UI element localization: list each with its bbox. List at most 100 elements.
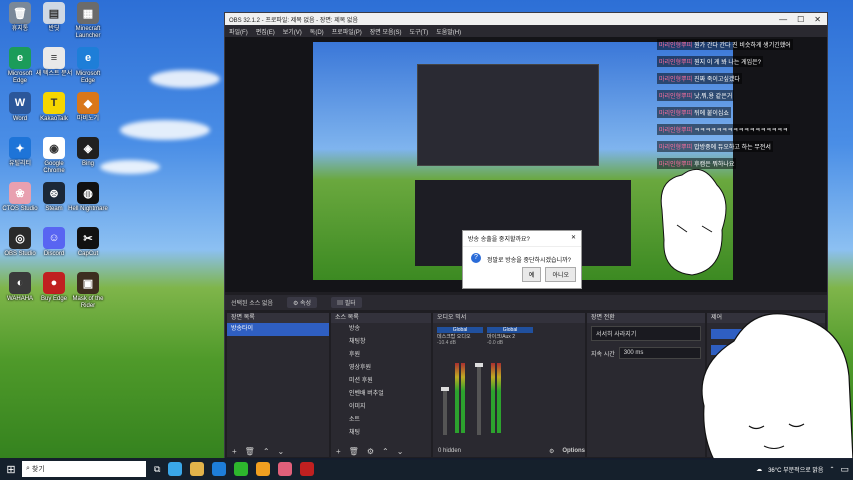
chat-nickname: 마리인형뿌띠 xyxy=(659,111,693,117)
app-icon: W xyxy=(9,92,31,114)
mixer-footer: 0 hidden ⚙ Options xyxy=(433,445,585,457)
desktop-icon[interactable]: ◈ Bing xyxy=(68,137,108,168)
source-item[interactable]: 후원 xyxy=(331,349,431,362)
source-item[interactable]: 미션 후원 xyxy=(331,375,431,388)
add-icon[interactable]: + xyxy=(232,447,237,456)
sources-dock: 소스 목록 방송 채팅창 후원 영상후원 미션 후원 인벤배 버추얼 이미지 소트 채팅 + 🗑… xyxy=(331,313,431,457)
filters-button[interactable]: ▤ 필터 xyxy=(331,297,362,308)
desktop-icon[interactable]: ▣ Mask of the Rider xyxy=(68,272,108,310)
chat-message: 마리인형뿌띠 진짜 죽이고싶겠다 xyxy=(657,73,742,84)
minimize-icon[interactable]: — xyxy=(779,15,787,24)
chat-nickname: 마리인형뿌띠 xyxy=(659,43,693,49)
taskbar-app-icon[interactable] xyxy=(168,462,183,476)
menu-profile[interactable]: 프로파일(P) xyxy=(332,27,362,36)
app-icon: ● xyxy=(43,272,65,294)
taskbar-app-icon[interactable] xyxy=(256,462,271,476)
chevron-up-icon[interactable]: ⌃ xyxy=(263,447,270,456)
window-titlebar: OBS 32.1.2 - 프로파일: 제목 없음 - 장면: 제목 없음 — ☐… xyxy=(225,13,827,25)
volume-meter xyxy=(461,363,465,433)
add-icon[interactable]: + xyxy=(336,447,341,456)
chat-text: 뭔지 이 게 봐 나는 게임은? xyxy=(694,60,761,66)
scene-transitions-dock: 장면 전환 서서히 사라지기 지속 시간 300 ms xyxy=(587,313,705,457)
menu-docks[interactable]: 독(D) xyxy=(310,27,324,36)
maximize-icon[interactable]: ☐ xyxy=(797,15,804,24)
search-placeholder: 찾기 xyxy=(31,466,45,473)
properties-button[interactable]: ⚙ 속성 xyxy=(286,297,318,308)
taskbar-app-icon[interactable] xyxy=(234,462,249,476)
scene-item[interactable]: 방송타이 xyxy=(227,323,329,336)
source-item[interactable]: 소트 xyxy=(331,414,431,427)
options-button[interactable]: Options xyxy=(562,448,585,454)
app-icon: ▣ xyxy=(77,272,99,294)
preview-canvas[interactable]: 마리인형뿌띠 뭔가 간다 간다 진 비슷하게 생기긴했어 마리인형뿌띠 뭔지 이 게 … xyxy=(225,37,827,292)
close-icon[interactable]: ✕ xyxy=(814,15,821,24)
source-item[interactable]: 채팅 xyxy=(331,427,431,440)
taskbar-app-icon[interactable] xyxy=(300,462,315,476)
source-item[interactable]: 방송 xyxy=(331,323,431,336)
selected-source-label: 선택된 소스 없음 xyxy=(231,301,273,307)
chevron-down-icon[interactable]: ⌄ xyxy=(278,447,285,456)
source-item[interactable]: 인벤배 버추얼 xyxy=(331,388,431,401)
app-icon: ✂ xyxy=(77,227,99,249)
settings-icon[interactable]: ⚙ xyxy=(549,448,554,455)
app-icon: ◆ xyxy=(77,92,99,114)
dialog-yes-button[interactable]: 예 xyxy=(521,267,542,282)
pinned-apps xyxy=(160,462,315,476)
desktop-icon[interactable]: ▦ Minecraft Launcher xyxy=(68,2,108,40)
mixer-header: 오디오 믹서 xyxy=(433,313,585,323)
channel-name: 마이크/Aux 2 xyxy=(487,334,515,340)
taskbar-app-icon[interactable] xyxy=(212,462,227,476)
desktop-icon[interactable]: ◆ 마비노기 xyxy=(68,92,108,123)
dialog-message: 정말로 방송을 중단하시겠습니까? xyxy=(487,258,571,264)
app-icon: ◉ xyxy=(43,137,65,159)
doodle-character-small xyxy=(660,168,727,276)
taskbar-search[interactable]: ⌕ 찾기 xyxy=(22,461,146,477)
taskbar-app-icon[interactable] xyxy=(278,462,293,476)
desktop-icon[interactable]: ◍ Hell Nightmare xyxy=(68,182,108,213)
cloud xyxy=(120,120,210,140)
desktop-icon[interactable]: ✂ CapCut xyxy=(68,227,108,258)
gear-icon[interactable]: ⚙ xyxy=(367,447,374,456)
dialog-close-icon[interactable]: ✕ xyxy=(571,234,576,243)
desktop-icon-label: Minecraft Launcher xyxy=(75,26,101,39)
windows-start-icon[interactable]: ⊞ xyxy=(0,463,22,476)
chat-text: ㅋㅋㅋㅋㅋㅋㅋㅋㅋㅋㅋㅋㅋㅋㅋㅋㅋ xyxy=(694,128,788,134)
desktop-icon-label: Microsoft Edge xyxy=(75,71,101,84)
sources-footer: + 🗑 ⚙ ⌃ ⌄ xyxy=(331,445,431,457)
menu-file[interactable]: 파일(F) xyxy=(229,27,248,36)
menu-help[interactable]: 도움말(H) xyxy=(436,27,461,36)
scenes-footer: + 🗑 ⌃ ⌄ xyxy=(227,445,329,457)
desktop-icon-label: Hell Nightmare xyxy=(68,206,108,212)
trash-icon[interactable]: 🗑 xyxy=(245,447,255,456)
chat-message: 마리인형뿌띠 뭔지 이 게 봐 나는 게임은? xyxy=(657,56,763,67)
chevron-up-icon[interactable]: ⌃ xyxy=(829,466,834,473)
transition-select[interactable]: 서서히 사라지기 xyxy=(591,326,701,341)
source-item[interactable]: 이미지 xyxy=(331,401,431,414)
taskbar-app-icon[interactable] xyxy=(190,462,205,476)
notification-icon[interactable]: ▭ xyxy=(840,464,849,475)
transitions-header: 장면 전환 xyxy=(587,313,705,323)
chevron-up-icon[interactable]: ⌃ xyxy=(382,447,389,456)
menu-scene-collection[interactable]: 장면 모음(S) xyxy=(370,27,402,36)
volume-slider[interactable] xyxy=(441,387,449,435)
menu-view[interactable]: 보기(V) xyxy=(283,27,302,36)
volume-slider[interactable] xyxy=(475,363,483,435)
app-icon: e xyxy=(77,47,99,69)
app-icon: ✦ xyxy=(9,137,31,159)
taskbar: ⊞ ⌕ 찾기 ⧉ ☁ 36°C 부분적으로 맑음 ⌃ ▭ xyxy=(0,458,853,480)
desktop-icon[interactable]: e Microsoft Edge xyxy=(68,47,108,85)
source-item[interactable]: 채팅창 xyxy=(331,336,431,349)
chat-text: 뒤에 붙이십쇼 xyxy=(694,111,729,117)
gear-icon: ⚙ xyxy=(292,301,301,307)
duration-input[interactable]: 300 ms xyxy=(618,347,701,359)
weather-text: 36°C 부분적으로 맑음 xyxy=(768,467,824,474)
desktop-icon-label: Bing xyxy=(81,161,94,167)
dialog-no-button[interactable]: 아니오 xyxy=(545,267,576,282)
dialog-title: 방송 송출을 중지할까요? xyxy=(468,237,530,243)
trash-icon[interactable]: 🗑 xyxy=(349,447,359,456)
menu-edit[interactable]: 편집(E) xyxy=(256,27,275,36)
chevron-down-icon[interactable]: ⌄ xyxy=(397,447,404,456)
source-item[interactable]: 영상후원 xyxy=(331,362,431,375)
app-icon: T xyxy=(43,92,65,114)
menu-tools[interactable]: 도구(T) xyxy=(410,27,429,36)
